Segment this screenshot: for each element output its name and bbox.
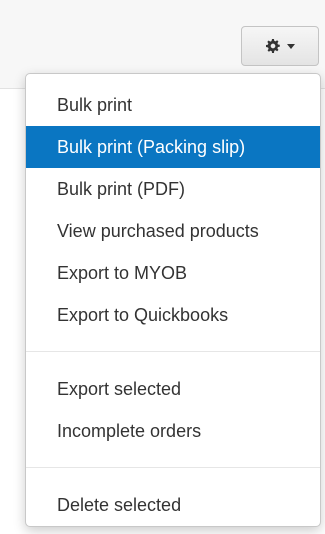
- gear-icon: [265, 39, 280, 53]
- menu-item-bulk-print[interactable]: Bulk print: [26, 84, 320, 126]
- menu-item-view-purchased-products[interactable]: View purchased products: [26, 210, 320, 252]
- menu-item-incomplete-orders[interactable]: Incomplete orders: [26, 410, 320, 452]
- actions-dropdown-menu: Bulk print Bulk print (Packing slip) Bul…: [25, 73, 321, 527]
- menu-item-bulk-print-pdf[interactable]: Bulk print (PDF): [26, 168, 320, 210]
- menu-item-export-myob[interactable]: Export to MYOB: [26, 252, 320, 294]
- menu-divider: [26, 351, 320, 352]
- menu-item-export-selected[interactable]: Export selected: [26, 368, 320, 410]
- menu-item-delete-selected[interactable]: Delete selected: [26, 484, 320, 526]
- menu-item-bulk-print-packing-slip[interactable]: Bulk print (Packing slip): [26, 126, 320, 168]
- actions-dropdown-button[interactable]: [241, 26, 319, 66]
- caret-down-icon: [286, 43, 295, 49]
- menu-item-export-quickbooks[interactable]: Export to Quickbooks: [26, 294, 320, 336]
- menu-divider: [26, 467, 320, 468]
